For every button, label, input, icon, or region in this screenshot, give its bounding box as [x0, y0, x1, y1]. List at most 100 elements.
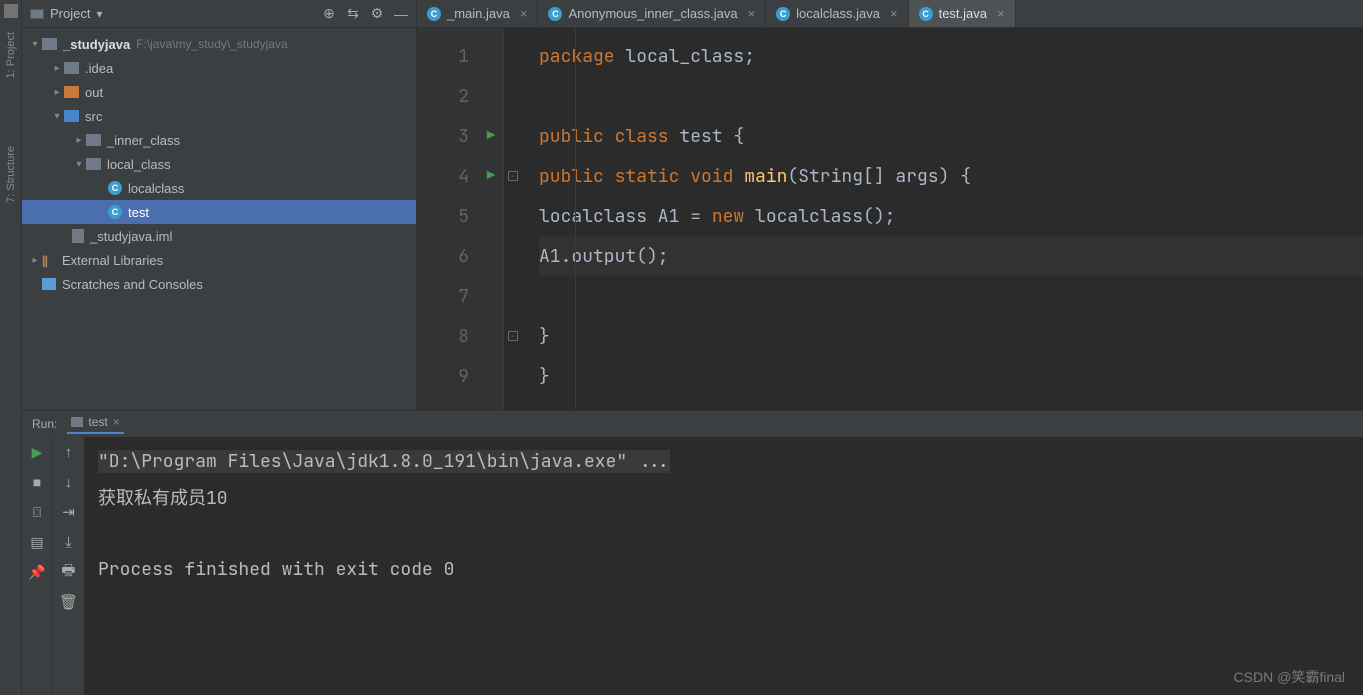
- folder-icon: [64, 86, 79, 98]
- pin-icon[interactable]: 📌: [28, 563, 46, 581]
- tree-label: test: [128, 205, 149, 220]
- code-token: }: [539, 365, 550, 388]
- tab-label: test.java: [939, 6, 987, 21]
- tree-local-class[interactable]: ▾ local_class: [22, 152, 416, 176]
- class-icon: [548, 7, 562, 21]
- line-number: 8: [417, 316, 469, 356]
- console-line: 获取私有成员10: [98, 479, 1349, 515]
- tree-label: Scratches and Consoles: [62, 277, 203, 292]
- line-number: 1: [417, 36, 469, 76]
- editor-area: _main.java× Anonymous_inner_class.java× …: [417, 0, 1363, 410]
- tree-ext-lib[interactable]: ▸ ⫼ External Libraries: [22, 248, 416, 272]
- console-output[interactable]: "D:\Program Files\Java\jdk1.8.0_191\bin\…: [84, 437, 1363, 695]
- tree-label: _studyjava.iml: [90, 229, 172, 244]
- console-cmd: "D:\Program Files\Java\jdk1.8.0_191\bin\…: [98, 450, 670, 473]
- code-token: public static void: [539, 165, 744, 188]
- tree-label: External Libraries: [62, 253, 163, 268]
- close-icon[interactable]: ×: [113, 415, 120, 429]
- tree-root[interactable]: ▾ _studyjava F:\java\my_study\_studyjava: [22, 32, 416, 56]
- gear-icon[interactable]: ⚙: [370, 7, 384, 21]
- package-icon: [86, 134, 101, 146]
- tree-test-file[interactable]: test: [22, 200, 416, 224]
- tree-scratch[interactable]: Scratches and Consoles: [22, 272, 416, 296]
- trash-icon[interactable]: 🗑: [60, 593, 78, 611]
- project-tool-label[interactable]: 1: Project: [5, 28, 17, 82]
- tree-inner-class[interactable]: ▸ _inner_class: [22, 128, 416, 152]
- locate-icon[interactable]: ⊕: [322, 7, 336, 21]
- chevron-down-icon[interactable]: ▾: [50, 111, 64, 122]
- chevron-right-icon[interactable]: ▸: [50, 87, 64, 98]
- run-label: Run:: [32, 417, 57, 431]
- hide-icon[interactable]: —: [394, 7, 408, 21]
- project-header: Project ▾ ⊕ ⇆ ⚙ —: [22, 0, 416, 28]
- tab-anon[interactable]: Anonymous_inner_class.java×: [538, 0, 766, 27]
- close-icon[interactable]: ×: [520, 6, 528, 21]
- class-icon: [108, 205, 122, 219]
- fold-icon[interactable]: −: [508, 331, 518, 341]
- code-token: local_class;: [625, 45, 755, 68]
- scroll-icon[interactable]: ⤓: [60, 533, 78, 551]
- folder-icon: [64, 62, 79, 74]
- up-icon[interactable]: ↑: [60, 443, 78, 461]
- soft-wrap-icon[interactable]: ⇥: [60, 503, 78, 521]
- down-icon[interactable]: ↓: [60, 473, 78, 491]
- tab-test[interactable]: test.java ×: [909, 0, 1016, 27]
- close-icon[interactable]: ×: [890, 6, 898, 21]
- chevron-right-icon[interactable]: ▸: [72, 135, 86, 146]
- code-token: test: [679, 125, 733, 148]
- code-token: package: [539, 45, 625, 68]
- tree-path: F:\java\my_study\_studyjava: [136, 37, 287, 51]
- watermark: CSDN @笑霸final: [1234, 667, 1345, 687]
- project-dropdown-icon[interactable]: ▾: [96, 7, 102, 21]
- console-exit: Process finished with exit code 0: [98, 551, 1349, 587]
- tree-label: out: [85, 85, 103, 100]
- run-config-icon: [71, 417, 83, 427]
- library-icon: ⫼: [42, 254, 56, 266]
- tab-label: _main.java: [447, 6, 510, 21]
- tree-idea[interactable]: ▸ .idea: [22, 56, 416, 80]
- class-icon: [919, 7, 933, 21]
- tree-label: .idea: [85, 61, 113, 76]
- tree-iml[interactable]: _studyjava.iml: [22, 224, 416, 248]
- debug-icon[interactable]: ⌼: [28, 503, 46, 521]
- code-area[interactable]: package local_class; public class test {…: [521, 28, 1363, 410]
- expand-icon[interactable]: ⇆: [346, 7, 360, 21]
- project-view-icon: [30, 9, 44, 19]
- tree-label: _inner_class: [107, 133, 180, 148]
- code-token: (String[] args) {: [787, 165, 971, 188]
- project-tool-icon[interactable]: [4, 4, 18, 18]
- line-number-gutter: 1 2 3 4 5 6 7 8 9: [417, 28, 479, 410]
- fold-icon[interactable]: −: [508, 171, 518, 181]
- close-icon[interactable]: ×: [997, 6, 1005, 21]
- chevron-right-icon[interactable]: ▸: [50, 63, 64, 74]
- project-tree: ▾ _studyjava F:\java\my_study\_studyjava…: [22, 28, 416, 410]
- line-number: 6: [417, 236, 469, 276]
- tree-localclass-file[interactable]: localclass: [22, 176, 416, 200]
- stop-icon[interactable]: ■: [28, 473, 46, 491]
- structure-tool-label[interactable]: 7: Structure: [5, 142, 17, 207]
- run-panel: Run: test × ▶ ■ ⌼ ▤ 📌 ↑ ↓ ⇥: [22, 410, 1363, 695]
- close-icon[interactable]: ×: [748, 6, 756, 21]
- tab-localclass[interactable]: localclass.java×: [766, 0, 908, 27]
- code-token: }: [539, 325, 550, 348]
- tree-out[interactable]: ▸ out: [22, 80, 416, 104]
- chevron-down-icon[interactable]: ▾: [72, 159, 86, 170]
- tree-label: local_class: [107, 157, 171, 172]
- run-method-icon[interactable]: ▶: [487, 167, 495, 185]
- tab-main[interactable]: _main.java ×: [417, 0, 538, 27]
- code-token: localclass();: [755, 205, 895, 228]
- code-token: main: [744, 165, 787, 188]
- rerun-icon[interactable]: ▶: [28, 443, 46, 461]
- chevron-down-icon[interactable]: ▾: [28, 39, 42, 50]
- run-tab-label: test: [88, 415, 107, 429]
- run-tab[interactable]: test ×: [67, 415, 123, 434]
- editor-body[interactable]: 1 2 3 4 5 6 7 8 9 ▶ ▶: [417, 28, 1363, 410]
- run-class-icon[interactable]: ▶: [487, 127, 495, 145]
- tree-src[interactable]: ▾ src: [22, 104, 416, 128]
- chevron-right-icon[interactable]: ▸: [28, 255, 42, 266]
- run-toolbar-left: ▶ ■ ⌼ ▤ 📌: [22, 437, 52, 695]
- print-icon[interactable]: 🖶: [60, 563, 78, 581]
- line-number: 3: [417, 116, 469, 156]
- layout-icon[interactable]: ▤: [28, 533, 46, 551]
- module-icon: [42, 38, 57, 50]
